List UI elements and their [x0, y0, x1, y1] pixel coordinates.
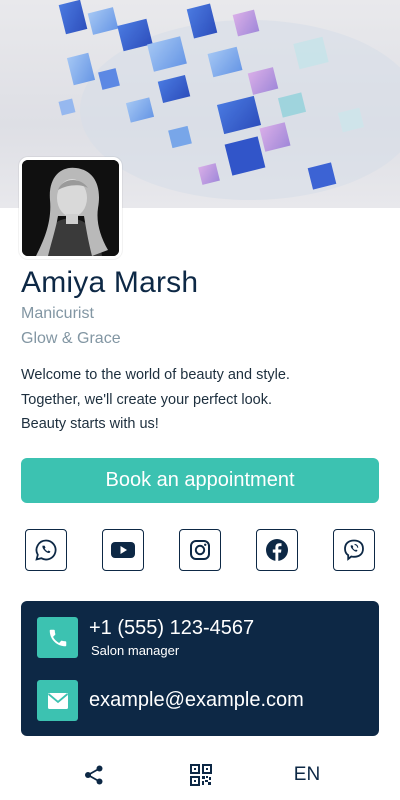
facebook-button[interactable] — [256, 529, 298, 571]
contact-card: +1 (555) 123-4567 Salon manager example@… — [21, 601, 379, 736]
social-links — [25, 529, 376, 571]
share-button[interactable] — [81, 762, 107, 788]
profile-role: Manicurist — [21, 305, 94, 322]
book-appointment-button[interactable]: Book an appointment — [21, 458, 379, 503]
bio-line: Welcome to the world of beauty and style… — [21, 367, 290, 383]
avatar — [19, 157, 122, 259]
phone-label: Salon manager — [91, 643, 180, 658]
bio-line: Beauty starts with us! — [21, 416, 159, 432]
phone-icon — [37, 617, 78, 658]
qr-code-icon — [190, 764, 212, 786]
email-contact[interactable]: example@example.com — [37, 680, 304, 721]
mail-icon — [37, 680, 78, 721]
facebook-icon — [266, 539, 288, 561]
instagram-icon — [190, 540, 210, 560]
phone-number: +1 (555) 123-4567 — [89, 617, 255, 639]
whatsapp-button[interactable] — [25, 529, 67, 571]
youtube-button[interactable] — [102, 529, 144, 571]
bio: Welcome to the world of beauty and style… — [21, 365, 381, 439]
profile-company: Glow & Grace — [21, 330, 121, 347]
share-icon — [85, 765, 103, 785]
phone-contact[interactable]: +1 (555) 123-4567 Salon manager — [37, 617, 254, 658]
profile-name: Amiya Marsh — [21, 266, 199, 299]
email-address: example@example.com — [89, 689, 304, 711]
bottom-bar: EN — [0, 752, 400, 798]
viber-icon — [344, 539, 364, 561]
youtube-icon — [111, 542, 135, 558]
bio-line: Together, we'll create your perfect look… — [21, 391, 273, 408]
qr-code-button[interactable] — [188, 762, 214, 788]
instagram-button[interactable] — [179, 529, 221, 571]
language-switcher[interactable]: EN — [290, 762, 324, 788]
whatsapp-icon — [35, 539, 57, 561]
viber-button[interactable] — [333, 529, 375, 571]
